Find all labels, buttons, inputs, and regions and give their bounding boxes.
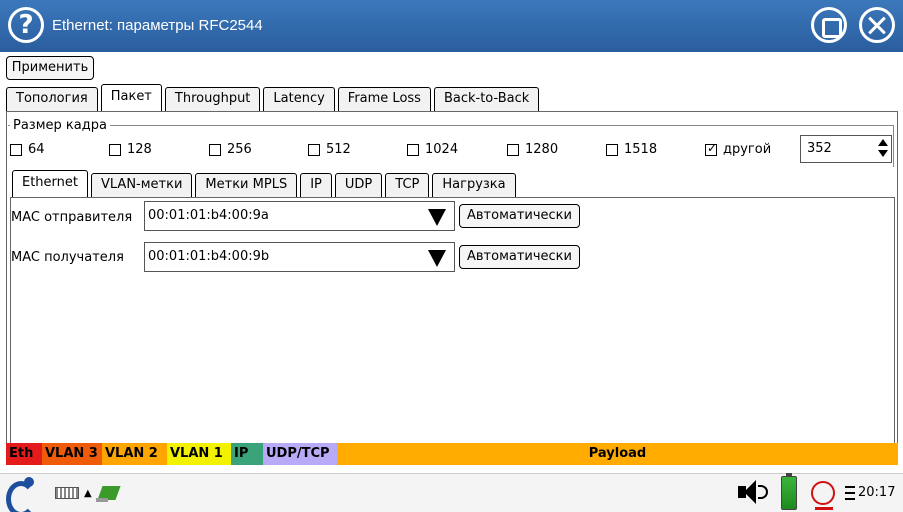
window-title: Ethernet: параметры RFC2544	[52, 17, 263, 34]
checkbox-512[interactable]: 512	[308, 142, 351, 157]
keyboard-icon[interactable]	[55, 487, 79, 499]
spin-arrows-icon[interactable]	[877, 138, 889, 160]
tab-ethernet[interactable]: Ethernet	[12, 170, 88, 197]
tab-payload[interactable]: Нагрузка	[432, 173, 516, 197]
dropdown-arrow-icon[interactable]	[428, 250, 446, 267]
checkbox-128[interactable]: 128	[109, 142, 152, 157]
tab-back-to-back[interactable]: Back-to-Back	[433, 87, 540, 111]
tab-latency[interactable]: Latency	[263, 87, 335, 111]
tab-frame-loss[interactable]: Frame Loss	[337, 87, 431, 111]
checkbox-label: 512	[326, 142, 351, 157]
tab-tcp[interactable]: TCP	[385, 173, 430, 197]
checkbox-box[interactable]	[10, 143, 22, 156]
checkbox-box[interactable]	[109, 143, 121, 156]
tab-vlan-tags[interactable]: VLAN-метки	[91, 173, 193, 197]
tab-mpls-labels[interactable]: Метки MPLS	[195, 173, 298, 197]
checkbox-box[interactable]	[606, 143, 618, 156]
checkbox-label: 128	[127, 142, 152, 157]
dst-mac-auto-button[interactable]: Автоматически	[459, 245, 580, 269]
tab-topology[interactable]: Топология	[6, 87, 98, 111]
tab-ip[interactable]: IP	[300, 173, 332, 197]
layer-udp-tcp: UDP/TCP	[263, 443, 337, 465]
tab-throughput[interactable]: Throughput	[164, 87, 261, 111]
checkbox-box[interactable]	[209, 143, 221, 156]
record-icon[interactable]	[811, 481, 835, 505]
checkbox-box-checked[interactable]	[705, 141, 717, 156]
close-icon[interactable]	[859, 7, 895, 43]
frame-size-options: 64 128 256 512 1024 1280 1518 другой	[10, 141, 790, 160]
src-mac-auto-button[interactable]: Автоматически	[459, 204, 580, 228]
clock-icon	[845, 486, 855, 500]
tab-udp[interactable]: UDP	[334, 173, 383, 197]
checkbox-1024[interactable]: 1024	[407, 142, 458, 157]
battery-icon[interactable]	[781, 473, 797, 510]
checkbox-256[interactable]: 256	[209, 142, 252, 157]
dst-mac-label: MAC получателя	[11, 250, 124, 265]
speaker-wave-icon	[758, 485, 768, 499]
menu-logo-icon[interactable]	[4, 477, 36, 512]
tab-packet[interactable]: Пакет	[100, 84, 162, 111]
network-icon[interactable]	[96, 480, 122, 504]
checkbox-box[interactable]	[507, 143, 519, 156]
caret-up-icon[interactable]: ▲	[84, 488, 92, 499]
speaker-icon[interactable]	[738, 478, 770, 506]
main-tabs: Топология Пакет Throughput Latency Frame…	[6, 84, 542, 111]
custom-frame-size-value[interactable]: 352	[807, 141, 832, 156]
ethernet-panel	[10, 197, 895, 459]
header-tabs: Ethernet VLAN-метки Метки MPLS IP UDP TC…	[12, 170, 519, 197]
checkbox-other[interactable]: другой	[705, 141, 772, 157]
frame-size-legend: Размер кадра	[10, 118, 110, 133]
title-bar: ? Ethernet: параметры RFC2544	[0, 0, 903, 52]
layer-vlan3: VLAN 3	[42, 443, 102, 465]
checkbox-1280[interactable]: 1280	[507, 142, 558, 157]
stop-icon[interactable]	[811, 7, 847, 43]
checkbox-box[interactable]	[308, 143, 320, 156]
help-icon[interactable]: ?	[8, 7, 44, 43]
checkbox-label: 1280	[525, 142, 559, 157]
checkbox-box[interactable]	[407, 143, 419, 156]
layer-vlan2: VLAN 2	[102, 443, 167, 465]
record-indicator	[815, 507, 833, 510]
src-mac-value[interactable]: 00:01:01:b4:00:9a	[148, 208, 269, 223]
checkbox-label: другой	[723, 142, 772, 157]
checkbox-label: 1518	[624, 142, 658, 157]
dst-mac-value[interactable]: 00:01:01:b4:00:9b	[148, 249, 269, 264]
dropdown-arrow-icon[interactable]	[428, 209, 446, 226]
src-mac-label: MAC отправителя	[11, 210, 133, 225]
checkbox-label: 64	[28, 142, 45, 157]
layer-payload: Payload	[337, 443, 898, 465]
checkbox-label: 1024	[425, 142, 459, 157]
protocol-layer-bar: Eth VLAN 3 VLAN 2 VLAN 1 IP UDP/TCP Payl…	[6, 443, 898, 465]
checkbox-1518[interactable]: 1518	[606, 142, 657, 157]
checkbox-64[interactable]: 64	[10, 142, 45, 157]
layer-eth: Eth	[6, 443, 42, 465]
src-mac-combo[interactable]: 00:01:01:b4:00:9a	[144, 201, 455, 231]
taskbar: ▲ 20:17	[0, 473, 903, 512]
dst-mac-combo[interactable]: 00:01:01:b4:00:9b	[144, 242, 455, 272]
layer-ip: IP	[231, 443, 263, 465]
layer-vlan1: VLAN 1	[167, 443, 231, 465]
checkbox-label: 256	[227, 142, 252, 157]
custom-frame-size-spinbox[interactable]: 352	[800, 135, 892, 163]
apply-button[interactable]: Применить	[6, 56, 94, 80]
clock-time[interactable]: 20:17	[858, 485, 895, 500]
